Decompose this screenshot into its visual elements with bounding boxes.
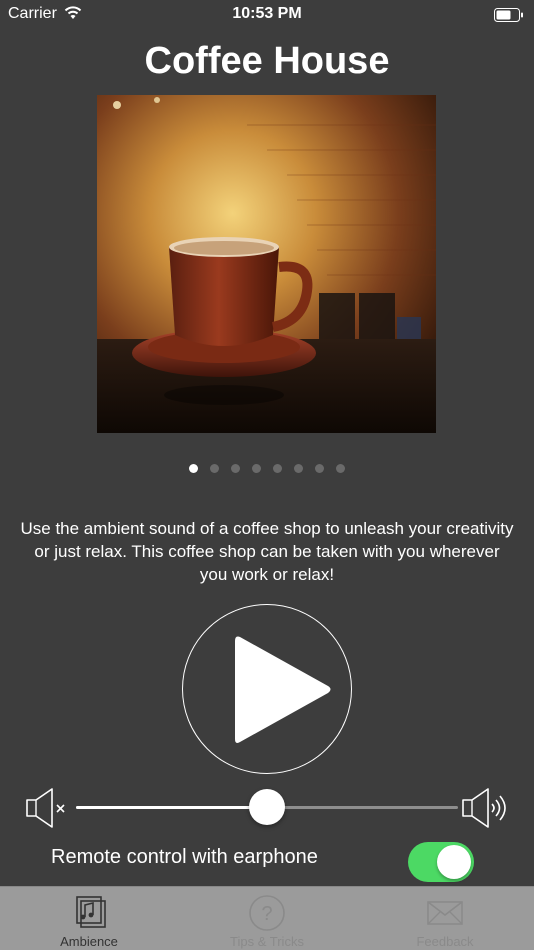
tab-tips-tricks[interactable]: ? Tips & Tricks [178,887,356,950]
description-text: Use the ambient sound of a coffee shop t… [20,519,514,584]
volume-slider-thumb[interactable] [249,789,285,825]
clock: 10:53 PM [232,5,302,22]
page-control[interactable] [0,464,534,473]
volume-slider[interactable] [76,789,458,825]
page-dot[interactable] [315,464,324,473]
tab-feedback[interactable]: Feedback [356,887,534,950]
page-dot[interactable] [336,464,345,473]
page-dot[interactable] [189,464,198,473]
play-icon [235,636,331,743]
page-dot[interactable] [294,464,303,473]
question-icon: ? [247,893,287,938]
speaker-mute-icon [24,786,72,835]
speaker-loud-icon [460,786,510,835]
tab-bar: Ambience ? Tips & Tricks Feedback [0,886,534,950]
page-dot[interactable] [210,464,219,473]
battery-icon [494,8,524,27]
status-bar: Carrier 10:53 PM [0,0,534,30]
page-dot[interactable] [252,464,261,473]
tab-ambience[interactable]: Ambience [0,887,178,950]
tab-label: Ambience [60,934,118,949]
page-dot[interactable] [273,464,282,473]
page-title: Coffee House [144,40,390,82]
remote-control-row: Remote control with earphone [0,838,534,882]
music-notes-icon [69,893,109,938]
envelope-icon [425,893,465,938]
remote-control-label: Remote control with earphone [51,846,318,868]
svg-text:?: ? [261,903,272,925]
volume-control [0,784,534,830]
volume-fill [76,806,267,809]
tab-label: Feedback [416,934,474,949]
play-button[interactable] [182,604,352,774]
page-dot[interactable] [231,464,240,473]
remote-control-toggle[interactable] [408,842,474,882]
coffee-artwork[interactable] [97,95,436,433]
toggle-knob [437,845,471,879]
tab-label: Tips & Tricks [230,934,304,949]
